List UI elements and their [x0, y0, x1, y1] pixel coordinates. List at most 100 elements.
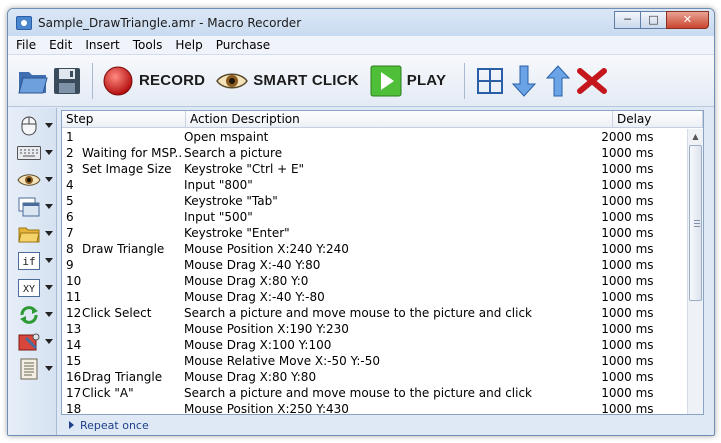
sidebar: if XY	[8, 108, 57, 435]
action-cell: Keystroke "Enter"	[183, 226, 290, 240]
scroll-thumb[interactable]	[689, 145, 702, 301]
table-row[interactable]: 14 Mouse Drag X:100 Y:100 1000 ms	[62, 337, 687, 353]
step-number: 14	[66, 338, 82, 352]
table-row[interactable]: 9 Mouse Drag X:-40 Y:80 1000 ms	[62, 257, 687, 273]
action-cell: Keystroke "Tab"	[183, 194, 278, 208]
table-row[interactable]: 11 Mouse Drag X:-40 Y:-80 1000 ms	[62, 289, 687, 305]
sidebar-item-eye[interactable]	[8, 166, 56, 193]
move-down-icon[interactable]	[507, 64, 541, 98]
record-icon[interactable]	[101, 64, 135, 98]
table-row[interactable]: 16Drag Triangle Mouse Drag X:80 Y:80 1000 …	[62, 369, 687, 385]
table-row[interactable]: 5 Keystroke "Tab" 1000 ms	[62, 193, 687, 209]
chevron-down-icon[interactable]	[45, 258, 53, 263]
maximize-button[interactable]: □	[640, 10, 667, 29]
step-number: 11	[66, 290, 82, 304]
sidebar-item-loop[interactable]	[8, 301, 56, 328]
chevron-down-icon[interactable]	[45, 366, 53, 371]
table-row[interactable]: 1 Open mspaint 2000 ms	[62, 129, 687, 145]
table-row[interactable]: 10 Mouse Drag X:80 Y:0 1000 ms	[62, 273, 687, 289]
step-cell: 12Click Select	[62, 305, 183, 321]
delay-cell: 2000 ms	[601, 130, 654, 144]
menu-edit[interactable]: Edit	[49, 38, 72, 52]
sidebar-item-folder[interactable]	[8, 220, 56, 247]
play-button[interactable]: PLAY	[407, 72, 446, 89]
sidebar-item-window[interactable]	[8, 193, 56, 220]
column-header-step[interactable]: Step	[62, 111, 186, 127]
step-cell: 10	[62, 273, 183, 289]
action-cell: Mouse Relative Move X:-50 Y:-50	[183, 354, 380, 368]
save-icon[interactable]	[50, 64, 84, 98]
step-cell: 11	[62, 289, 183, 305]
chevron-down-icon[interactable]	[45, 204, 53, 209]
sidebar-item-if[interactable]: if	[8, 247, 56, 274]
vertical-scrollbar[interactable]: ▲	[687, 129, 703, 414]
chevron-down-icon[interactable]	[45, 339, 53, 344]
step-number: 17	[66, 386, 82, 400]
step-cell: 17Click "A"	[62, 385, 183, 401]
delay-cell: 1000 ms	[601, 242, 654, 256]
delay-cell: 1000 ms	[601, 338, 654, 352]
sidebar-item-keyboard[interactable]	[8, 139, 56, 166]
smart-click-eye-icon[interactable]	[215, 64, 249, 98]
chevron-down-icon[interactable]	[45, 285, 53, 290]
table-row[interactable]: 8 Draw Triangle Mouse Position X:240 Y:240…	[62, 241, 687, 257]
record-button[interactable]: RECORD	[139, 72, 205, 89]
toolbar: RECORD SMART CLICK PLAY	[8, 55, 714, 107]
table-row[interactable]: 6 Input "500" 1000 ms	[62, 209, 687, 225]
repeat-option[interactable]: Repeat once	[61, 417, 149, 433]
chevron-down-icon[interactable]	[45, 177, 53, 182]
delay-cell: 1000 ms	[601, 402, 654, 414]
sidebar-item-script[interactable]	[8, 355, 56, 382]
sidebar-item-mouse[interactable]	[8, 112, 56, 139]
play-icon[interactable]	[369, 64, 403, 98]
action-cell: Open mspaint	[183, 130, 269, 144]
table-row[interactable]: 2 Waiting for MSP... Search a picture 1000 …	[62, 145, 687, 161]
menu-purchase[interactable]: Purchase	[216, 38, 271, 52]
step-cell: 7	[62, 225, 183, 241]
table-row[interactable]: 13 Mouse Position X:190 Y:230 1000 ms	[62, 321, 687, 337]
column-header-action[interactable]: Action Description	[186, 111, 613, 127]
smart-click-button[interactable]: SMART CLICK	[253, 72, 359, 89]
sidebar-item-tools[interactable]	[8, 328, 56, 355]
step-number: 6	[66, 210, 74, 224]
toolbar-separator	[464, 62, 466, 99]
sidebar-item-xy[interactable]: XY	[8, 274, 56, 301]
action-cell: Mouse Drag X:100 Y:100	[183, 338, 332, 352]
action-cell: Input "800"	[183, 178, 253, 192]
step-cell: 6	[62, 209, 183, 225]
menu-insert[interactable]: Insert	[85, 38, 119, 52]
delete-icon[interactable]	[575, 64, 609, 98]
table-row[interactable]: 18 Mouse Position X:250 Y:430 1000 ms	[62, 401, 687, 414]
chevron-down-icon[interactable]	[45, 312, 53, 317]
macro-steps-table: Step Action Description Delay 1 Open mspa…	[61, 110, 704, 415]
menu-help[interactable]: Help	[175, 38, 202, 52]
move-up-icon[interactable]	[541, 64, 575, 98]
step-cell: 18	[62, 401, 183, 414]
table-row[interactable]: 17Click "A" Search a picture and move mou…	[62, 385, 687, 401]
step-number: 9	[66, 258, 74, 272]
step-number: 3	[66, 162, 74, 176]
table-row[interactable]: 4 Input "800" 1000 ms	[62, 177, 687, 193]
table-row[interactable]: 15 Mouse Relative Move X:-50 Y:-50 1000 ms	[62, 353, 687, 369]
column-header-delay[interactable]: Delay	[613, 111, 703, 127]
step-number: 16	[66, 370, 82, 384]
step-label: Drag Triangle	[82, 370, 163, 384]
chevron-down-icon[interactable]	[45, 150, 53, 155]
open-folder-icon[interactable]	[16, 64, 50, 98]
table-row[interactable]: 3 Set Image Size Keystroke "Ctrl + E" 1000 …	[62, 161, 687, 177]
delay-cell: 1000 ms	[601, 386, 654, 400]
close-button[interactable]: ✕	[666, 10, 709, 29]
scroll-up-icon[interactable]: ▲	[688, 129, 703, 144]
chevron-down-icon[interactable]	[45, 123, 53, 128]
tools-icon	[17, 332, 41, 352]
menu-file[interactable]: File	[16, 38, 36, 52]
step-number: 1	[66, 130, 74, 144]
table-row[interactable]: 12Click Select Search a picture and move …	[62, 305, 687, 321]
menu-tools[interactable]: Tools	[133, 38, 163, 52]
chevron-down-icon[interactable]	[45, 231, 53, 236]
select-all-icon[interactable]	[473, 64, 507, 98]
table-row[interactable]: 7 Keystroke "Enter" 1000 ms	[62, 225, 687, 241]
delay-cell: 1000 ms	[601, 354, 654, 368]
minimize-button[interactable]: ─	[614, 10, 641, 29]
table-header: Step Action Description Delay	[62, 111, 703, 128]
